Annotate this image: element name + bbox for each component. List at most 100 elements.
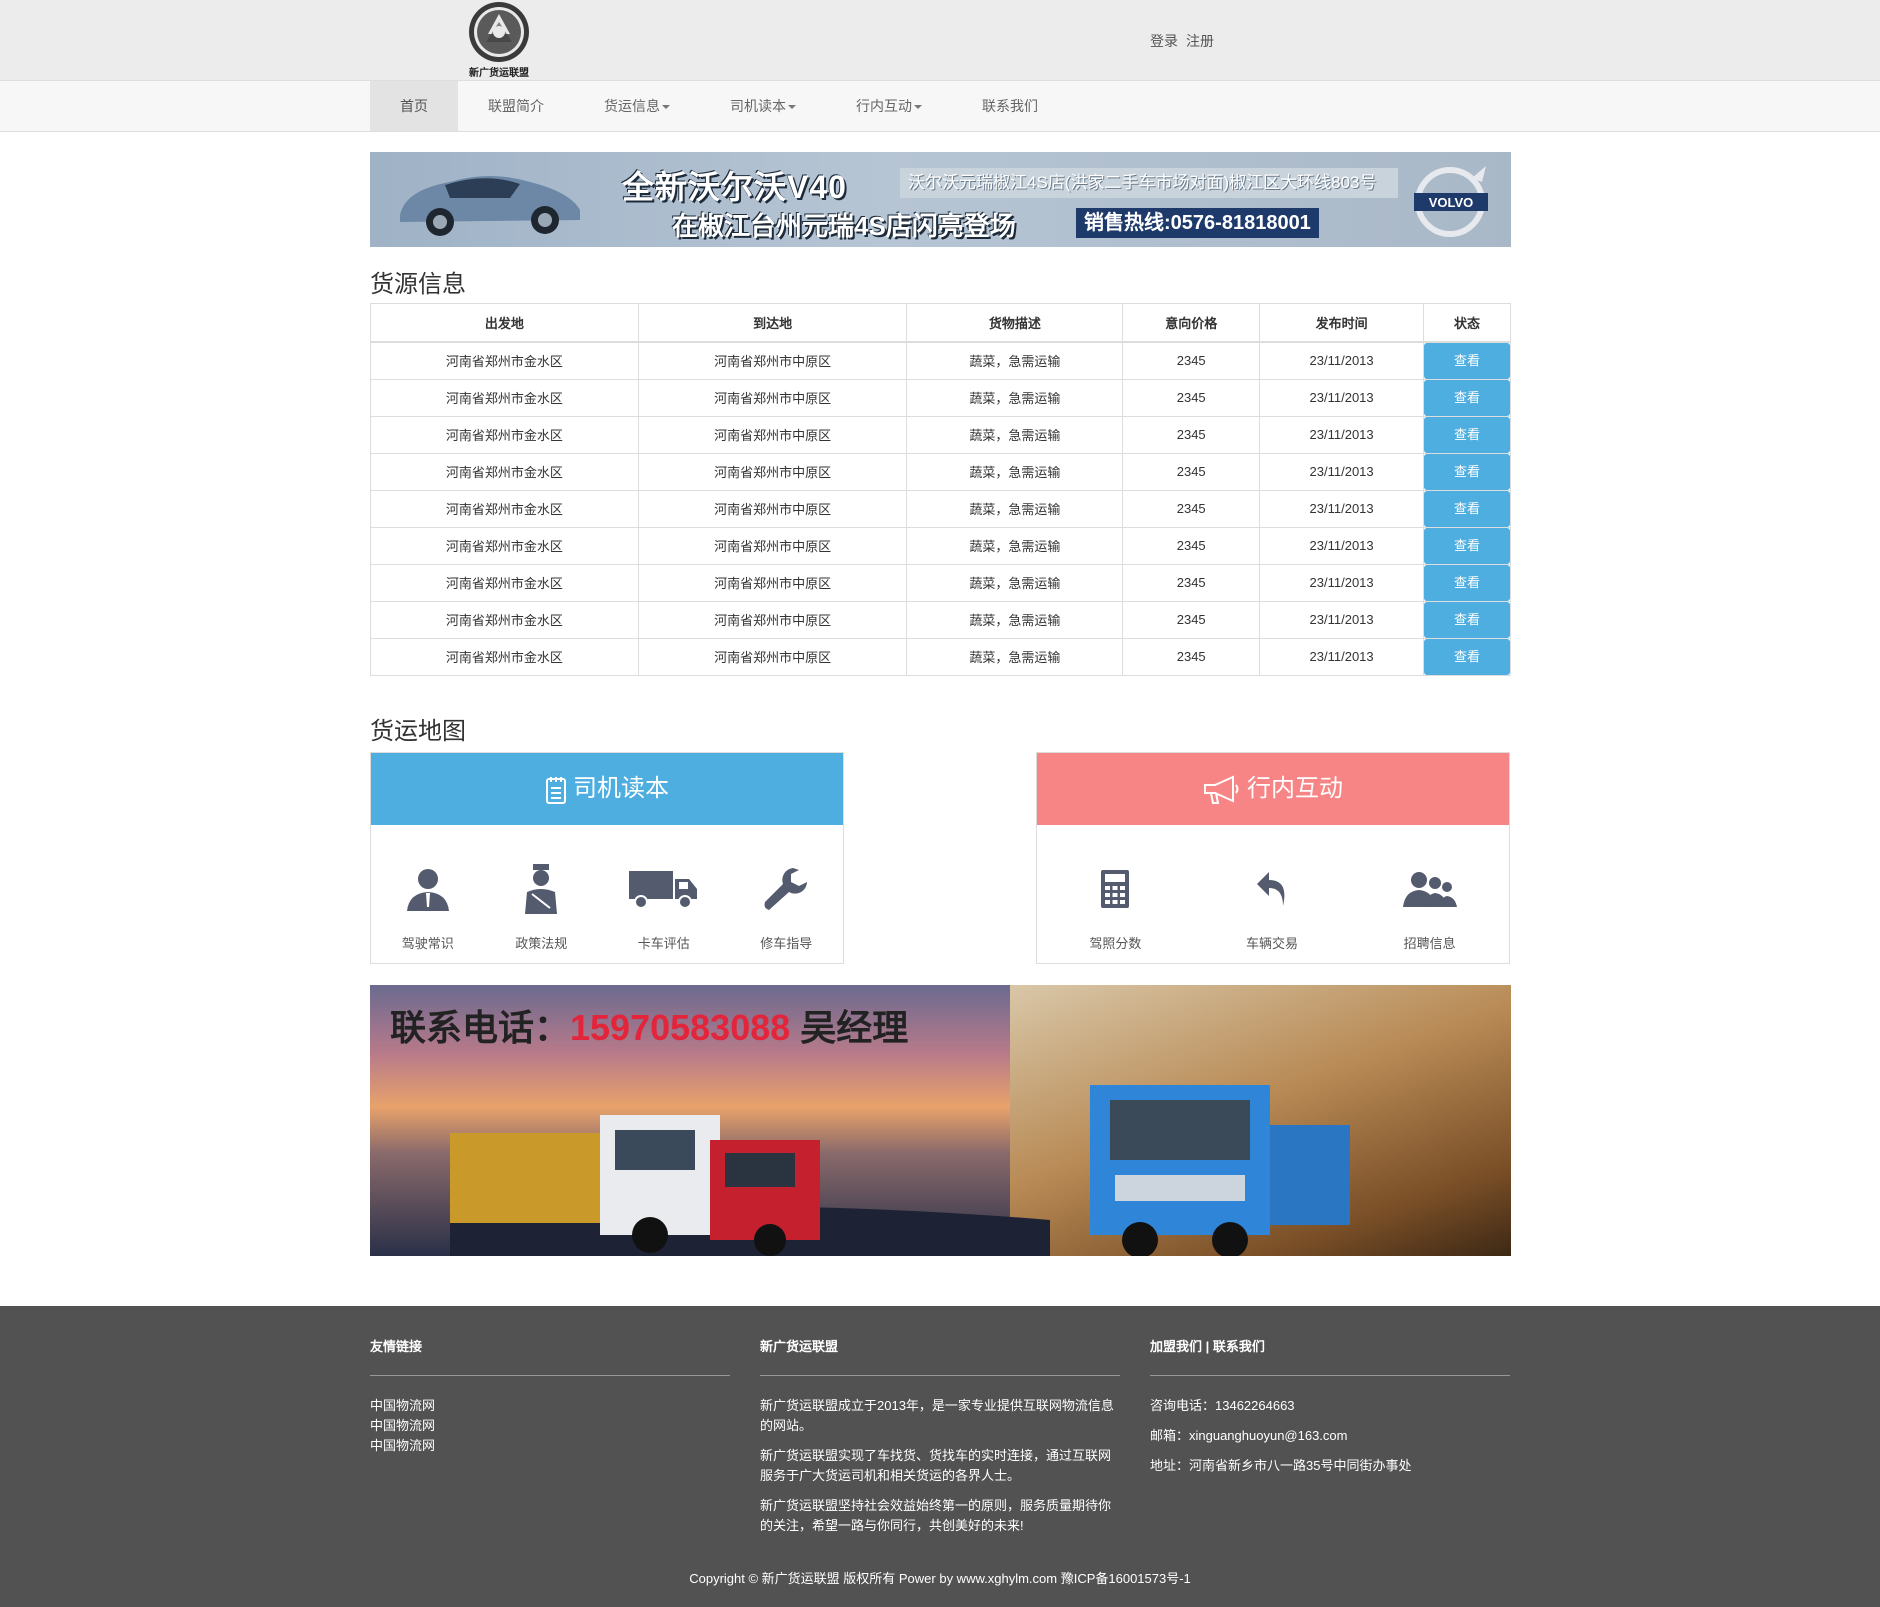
table-cell: 2345 [1122, 526, 1261, 565]
nav-item[interactable]: 首页 [370, 81, 458, 131]
car-image-icon [400, 176, 580, 236]
copyright-text: Copyright © 新广货运联盟 版权所有 Power by www.xgh… [689, 1571, 1191, 1586]
interact-item-label: 招聘信息 [1403, 936, 1456, 951]
view-button[interactable]: 查看 [1424, 601, 1510, 638]
table-cell: 23/11/2013 [1259, 489, 1425, 528]
driver-item-label: 政策法规 [515, 936, 568, 951]
table-cell: 蔬菜，急需运输 [906, 489, 1124, 528]
driver-item-label: 驾驶常识 [401, 936, 454, 951]
table-row: 河南省郑州市金水区 河南省郑州市中原区 蔬菜，急需运输 2345 23/11/2013 查… [370, 452, 1511, 491]
interact-panel-header[interactable]: 行内互动 [1037, 753, 1509, 825]
table-cell: 2345 [1122, 415, 1261, 454]
ad-address: 沃尔沃元瑞椒江4S店(洪家二手车市场对面)椒江区大环线803号 [900, 168, 1398, 198]
driver-panel-items: 驾驶常识 政策法规 卡车评估 修车指导 [371, 825, 843, 952]
footer-contact-title[interactable]: 加盟我们 | 联系我们 [1150, 1336, 1510, 1376]
nav-item-label: 联系我们 [982, 98, 1038, 114]
table-cell: 河南省郑州市金水区 [370, 452, 639, 491]
footer-link[interactable]: 中国物流网 [370, 1396, 730, 1416]
table-cell: 河南省郑州市金水区 [370, 378, 639, 417]
officer-icon [525, 864, 558, 914]
footer-about-paragraph: 新广货运联盟实现了车找货、货找车的实时连接，通过互联网服务于广大货运司机和相关货… [760, 1448, 1112, 1483]
footer-link[interactable]: 中国物流网 [370, 1416, 730, 1436]
status-cell: 查看 [1423, 600, 1511, 639]
nav-item-label: 联盟简介 [488, 98, 544, 114]
driver-item-driving-knowledge[interactable]: 驾驶常识 [402, 859, 454, 952]
driver-item-repair-guide[interactable]: 修车指导 [760, 859, 812, 952]
status-cell: 查看 [1423, 415, 1511, 454]
hotline-label: 销售热线: [1084, 212, 1171, 234]
table-cell: 蔬菜，急需运输 [906, 341, 1124, 380]
table-cell: 河南省郑州市中原区 [637, 452, 908, 491]
table-row: 河南省郑州市金水区 河南省郑州市中原区 蔬菜，急需运输 2345 23/11/2013 查… [370, 563, 1511, 602]
table-cell: 2345 [1122, 452, 1261, 491]
view-button[interactable]: 查看 [1424, 638, 1510, 675]
interact-item-vehicle-trade[interactable]: 车辆交易 [1246, 859, 1298, 952]
table-row: 河南省郑州市金水区 河南省郑州市中原区 蔬菜，急需运输 2345 23/11/2013 查… [370, 600, 1511, 639]
status-cell: 查看 [1423, 452, 1511, 491]
driver-panel-header[interactable]: 司机读本 [371, 753, 843, 825]
column-header: 出发地 [370, 303, 639, 343]
nav-item[interactable]: 司机读本 [700, 81, 826, 131]
interact-item-label: 车辆交易 [1246, 936, 1299, 951]
nav-item-label: 首页 [400, 98, 428, 114]
view-button[interactable]: 查看 [1424, 379, 1510, 416]
status-cell: 查看 [1423, 526, 1511, 565]
table-cell: 23/11/2013 [1259, 600, 1425, 639]
footer-email: 邮箱：xinguanghuoyun@163.com [1150, 1428, 1348, 1443]
table-cell: 河南省郑州市金水区 [370, 341, 639, 380]
cargo-table-header: 出发地 到达地 货物描述 意向价格 发布时间 状态 [370, 303, 1511, 343]
volvo-logo-icon: VOLVO [1414, 166, 1488, 237]
nav-item[interactable]: 联盟简介 [458, 81, 574, 131]
login-link[interactable]: 登录 [1150, 33, 1178, 49]
table-cell: 23/11/2013 [1259, 526, 1425, 565]
megaphone-icon [1204, 775, 1239, 804]
ad-hotline: 销售热线:0576-81818001 [1076, 208, 1319, 238]
reply-icon [1257, 872, 1285, 906]
site-footer: 友情链接 中国物流网 中国物流网 中国物流网 新广货运联盟 新广货运联盟成立于201… [0, 1306, 1880, 1607]
view-button[interactable]: 查看 [1424, 527, 1510, 564]
table-cell: 23/11/2013 [1259, 637, 1425, 676]
nav-item[interactable]: 行内互动 [826, 81, 952, 131]
table-cell: 河南省郑州市中原区 [637, 600, 908, 639]
nav-item-label: 司机读本 [730, 98, 786, 114]
interact-item-recruitment[interactable]: 招聘信息 [1402, 859, 1457, 952]
site-logo[interactable]: 新广货运联盟 [466, 0, 532, 79]
driver-item-policy[interactable]: 政策法规 [515, 859, 567, 952]
footer-address: 地址：河南省新乡市八一路35号中同街办事处 [1150, 1458, 1412, 1473]
table-cell: 河南省郑州市金水区 [370, 637, 639, 676]
volvo-ad-banner[interactable]: 全新沃尔沃V40 在椒江台州元瑞4S店闪亮登场 沃尔沃元瑞椒江4S店(洪家二手车… [370, 152, 1511, 247]
volvo-brand-text: VOLVO [1429, 195, 1474, 210]
nav-item[interactable]: 货运信息 [574, 81, 700, 131]
view-button[interactable]: 查看 [1424, 342, 1510, 379]
status-cell: 查看 [1423, 489, 1511, 528]
table-row: 河南省郑州市金水区 河南省郑州市中原区 蔬菜，急需运输 2345 23/11/2013 查… [370, 415, 1511, 454]
trucks-image-icon [450, 1085, 1350, 1256]
table-cell: 蔬菜，急需运输 [906, 637, 1124, 676]
table-cell: 23/11/2013 [1259, 378, 1425, 417]
table-cell: 2345 [1122, 341, 1261, 380]
hotline-number: 0576-81818001 [1170, 212, 1311, 234]
table-cell: 河南省郑州市金水区 [370, 600, 639, 639]
view-button[interactable]: 查看 [1424, 490, 1510, 527]
view-button[interactable]: 查看 [1424, 453, 1510, 490]
contact-ad-banner[interactable]: 联系电话：15970583088 吴经理 [370, 985, 1511, 1256]
interact-item-label: 驾照分数 [1089, 936, 1142, 951]
status-cell: 查看 [1423, 563, 1511, 602]
register-link[interactable]: 注册 [1186, 33, 1214, 49]
footer-link[interactable]: 中国物流网 [370, 1436, 730, 1456]
table-cell: 河南省郑州市金水区 [370, 526, 639, 565]
top-header: 新广货运联盟 登录 注册 [0, 0, 1880, 80]
view-button[interactable]: 查看 [1424, 564, 1510, 601]
calculator-icon [1101, 870, 1130, 908]
table-cell: 23/11/2013 [1259, 563, 1425, 602]
nav-item[interactable]: 联系我们 [952, 81, 1068, 131]
phone-label: 联系电话： [390, 1007, 571, 1048]
table-cell: 蔬菜，急需运输 [906, 563, 1124, 602]
interact-item-license-points[interactable]: 驾照分数 [1089, 859, 1141, 952]
driver-item-truck-evaluation[interactable]: 卡车评估 [628, 859, 699, 952]
ad-subline: 在椒江台州元瑞4S店闪亮登场 [672, 211, 1016, 241]
view-button[interactable]: 查看 [1424, 416, 1510, 453]
footer-links-title: 友情链接 [370, 1336, 730, 1376]
footer-about-column: 新广货运联盟 新广货运联盟成立于2013年，是一家专业提供互联网物流信息的网站。… [760, 1336, 1120, 1546]
person-icon [406, 869, 449, 911]
